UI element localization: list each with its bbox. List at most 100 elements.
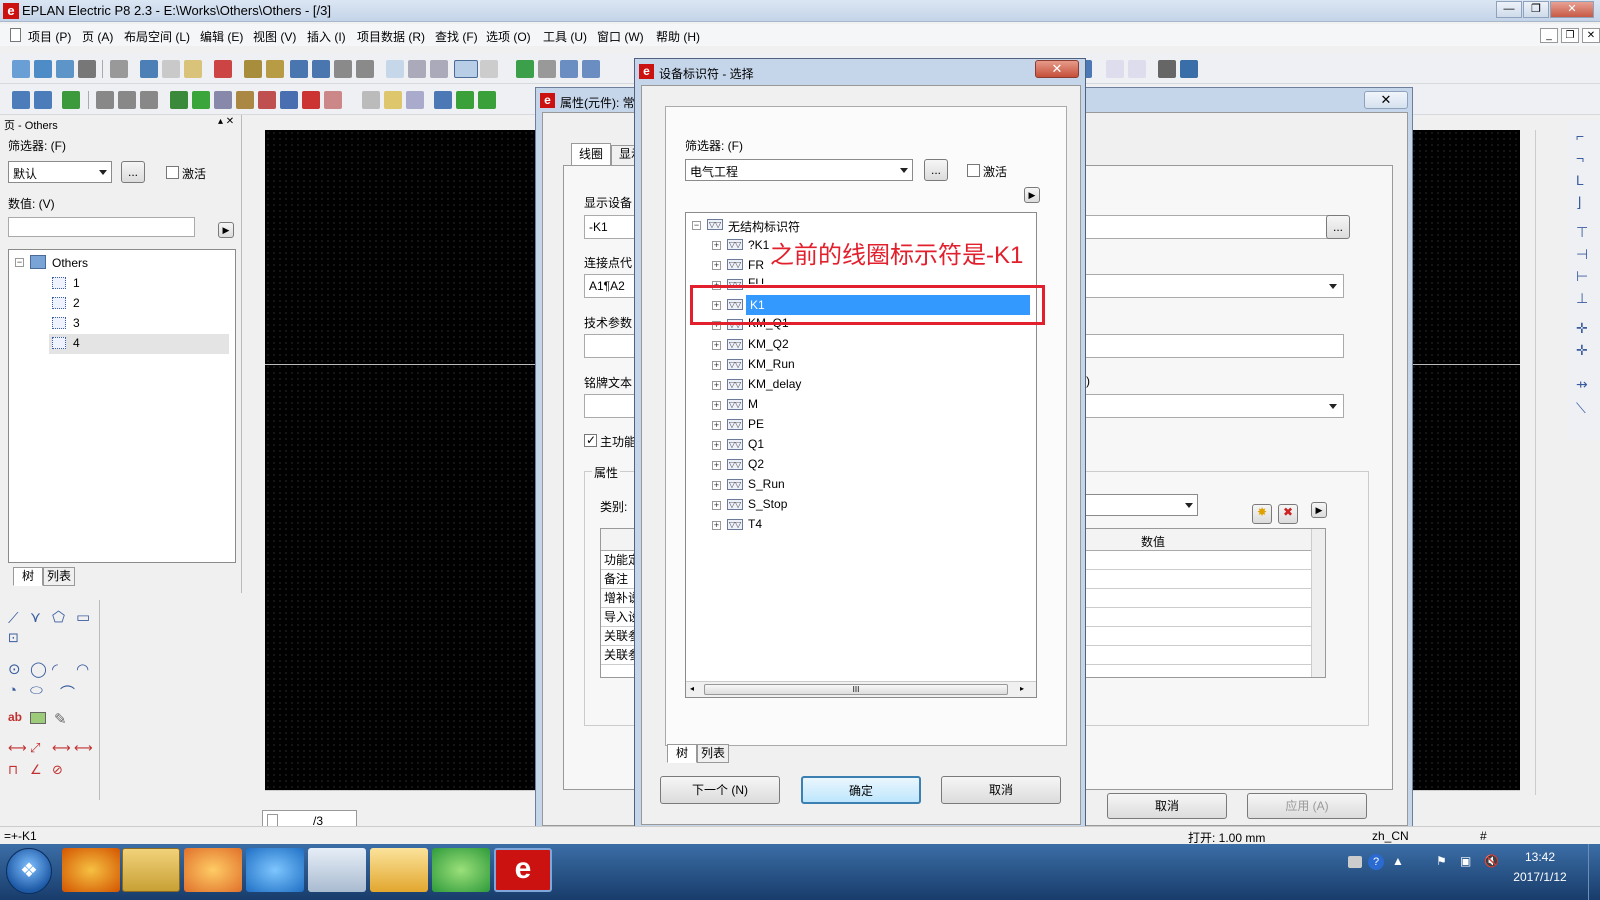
cable-icon[interactable]	[96, 91, 114, 109]
selector-tab-tree[interactable]: 树	[667, 744, 697, 763]
selector-filter-combo[interactable]: 电气工程	[685, 159, 913, 181]
undo-icon[interactable]	[290, 60, 308, 78]
tree-page-2[interactable]: 2	[73, 296, 80, 316]
main-function-checkbox[interactable]	[584, 433, 597, 447]
tree-expand-icon[interactable]: +	[712, 441, 721, 450]
paste-icon[interactable]	[184, 60, 202, 78]
calculator-icon[interactable]	[308, 848, 366, 892]
tree-page-3[interactable]: 3	[73, 316, 80, 336]
radius-dimension-icon[interactable]: ⊘	[52, 762, 63, 778]
new-attribute-button[interactable]: ✸	[1252, 504, 1272, 524]
delete-attribute-button[interactable]: ✖	[1278, 504, 1298, 524]
terminal-icon[interactable]	[140, 91, 158, 109]
connection-icon[interactable]	[118, 91, 136, 109]
canvas-vscrollbar[interactable]	[1535, 130, 1547, 795]
properties-tab-coil[interactable]: 线圈	[571, 143, 611, 166]
tools-icon[interactable]	[110, 60, 128, 78]
selector-apply-filter-button[interactable]: ▶	[1024, 187, 1040, 203]
undo-list-icon[interactable]	[312, 60, 330, 78]
tree-item-qk1[interactable]: ?K1	[748, 238, 769, 258]
ok-icon[interactable]	[192, 91, 210, 109]
goto-icon[interactable]	[406, 91, 424, 109]
point-icon[interactable]: ⊡	[8, 630, 19, 646]
mail-icon[interactable]	[370, 848, 428, 892]
tree-item-km-q2[interactable]: KM_Q2	[748, 337, 789, 357]
tree-item-km-run[interactable]: KM_Run	[748, 357, 795, 377]
page-activate-checkbox[interactable]	[166, 166, 179, 179]
action-center-flag-icon[interactable]: ⚑	[1436, 854, 1447, 868]
dimension-baseline-icon[interactable]: ⟷	[74, 740, 93, 756]
page-filter-combo[interactable]: 默认	[8, 161, 112, 183]
tee-icon[interactable]: ⊤	[1576, 224, 1588, 241]
tree-page-1[interactable]: 1	[73, 276, 80, 296]
page-tab-tree[interactable]: 树	[13, 567, 43, 586]
media-player-icon[interactable]	[184, 848, 242, 892]
tree-project-node[interactable]: Others	[52, 256, 88, 276]
minimize-button[interactable]: —	[1496, 1, 1522, 18]
tree-item-q1[interactable]: Q1	[748, 437, 764, 457]
arc-3pt-icon[interactable]: ◠	[76, 660, 89, 678]
back-icon[interactable]	[434, 91, 452, 109]
check-icon[interactable]	[244, 60, 262, 78]
mdi-restore-button[interactable]: ❐	[1561, 28, 1579, 43]
exchange-icon[interactable]	[430, 60, 448, 78]
properties-apply-button[interactable]: 应用 (A)	[1247, 793, 1367, 819]
selector-tab-list[interactable]: 列表	[697, 744, 729, 763]
volume-muted-icon[interactable]: 🔇	[1484, 854, 1499, 868]
close-button[interactable]: ✕	[1550, 1, 1594, 18]
arc-icon[interactable]: ◜	[52, 660, 58, 678]
show-desktop-button[interactable]	[1588, 844, 1600, 900]
print-icon[interactable]	[78, 60, 96, 78]
diagonal-icon[interactable]: ⟍	[1576, 400, 1586, 417]
ellipse-icon[interactable]: ⬭	[30, 682, 43, 699]
scroll-thumb[interactable]: III	[704, 684, 1008, 695]
grid-icon[interactable]	[480, 60, 498, 78]
prev-icon[interactable]	[456, 91, 474, 109]
dimension-aligned-icon[interactable]: ⤢	[30, 740, 40, 756]
corner-icon[interactable]: ⌐	[1576, 128, 1584, 144]
tree-expand-icon[interactable]: +	[712, 241, 721, 250]
attribute-table-vscrollbar[interactable]	[1311, 529, 1325, 677]
copy-format-icon[interactable]	[362, 91, 380, 109]
marker-icon[interactable]	[1106, 60, 1124, 78]
menu-layout-space[interactable]: 布局空间 (L)	[124, 28, 190, 45]
tree-expand-icon[interactable]: +	[712, 521, 721, 530]
tree-item-m[interactable]: M	[748, 397, 758, 417]
polygon-icon[interactable]: ⬠	[52, 608, 65, 626]
menu-help[interactable]: 帮助 (H)	[656, 28, 700, 45]
cross-2-icon[interactable]: ✛	[1576, 342, 1588, 359]
tree-expand-icon[interactable]: +	[712, 461, 721, 470]
internet-explorer-icon[interactable]	[246, 848, 304, 892]
sector-icon[interactable]: ◔	[8, 682, 17, 699]
chart-icon[interactable]	[1180, 60, 1198, 78]
tree-expand-icon[interactable]: +	[712, 261, 721, 270]
windows-start-icon[interactable]: ❖	[6, 848, 52, 894]
device-icon[interactable]	[214, 91, 232, 109]
next-button[interactable]: 下一个 (N)	[660, 776, 780, 804]
menu-options[interactable]: 选项 (O)	[486, 28, 531, 45]
tree-item-s-stop[interactable]: S_Stop	[748, 497, 787, 517]
note-icon[interactable]	[384, 91, 402, 109]
rectangle-icon[interactable]: ▭	[76, 608, 90, 626]
corner-3-icon[interactable]: L	[1576, 172, 1584, 188]
menu-tools[interactable]: 工具 (U)	[543, 28, 587, 45]
tree-collapse-icon[interactable]: −	[15, 258, 24, 267]
pane-pin-icon[interactable]: ▴ ✕	[218, 116, 234, 127]
dimension-increment-icon[interactable]: ⊓	[8, 762, 18, 778]
spline-icon[interactable]: ⌒	[60, 682, 75, 703]
circle-center-icon[interactable]: ⊙	[8, 660, 21, 678]
selector-activate-checkbox[interactable]	[967, 164, 980, 177]
tree-hscrollbar[interactable]: ◂ III ▸	[686, 681, 1036, 697]
properties-cancel-button[interactable]: 取消	[1107, 793, 1227, 819]
update-icon[interactable]	[432, 848, 490, 892]
cut-icon[interactable]	[140, 60, 158, 78]
open-project-icon[interactable]	[34, 60, 52, 78]
cross-icon[interactable]: ✛	[1576, 320, 1588, 337]
tree-expand-icon[interactable]: +	[712, 341, 721, 350]
page-value-apply-button[interactable]: ▶	[218, 222, 234, 238]
new-project-icon[interactable]	[12, 60, 30, 78]
macro-insert-icon[interactable]	[34, 91, 52, 109]
category-combo[interactable]	[1074, 494, 1198, 516]
tree-item-fu[interactable]: FU	[748, 276, 764, 284]
copy-icon[interactable]	[162, 60, 180, 78]
